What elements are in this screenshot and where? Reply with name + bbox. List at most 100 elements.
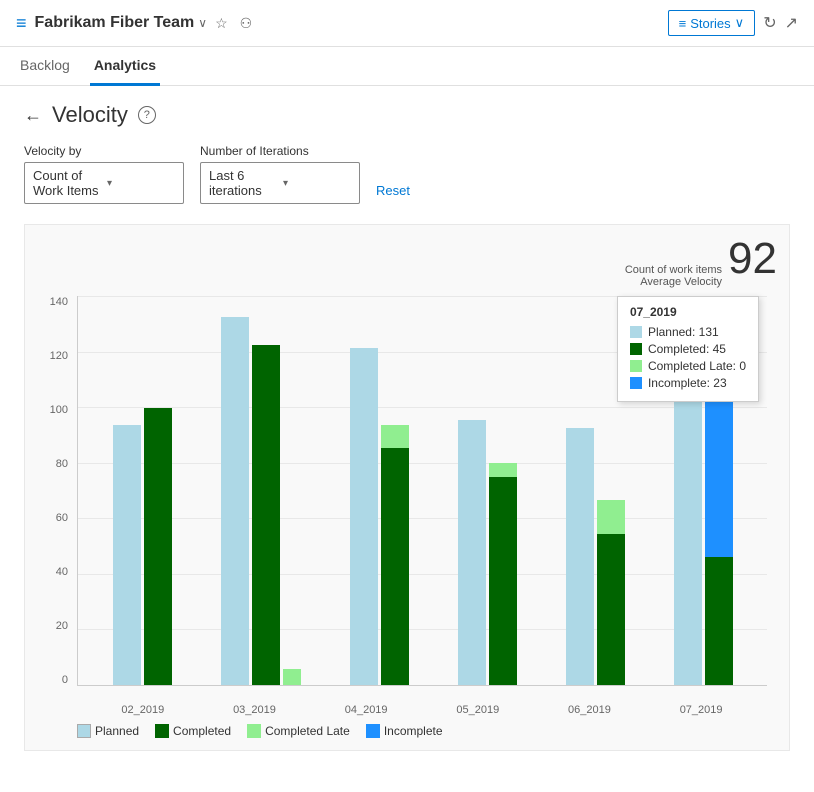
people-icon[interactable]: ⚇	[240, 15, 253, 32]
x-label-04: 04_2019	[345, 704, 388, 716]
avg-velocity-label: Count of work items	[625, 264, 722, 276]
velocity-stat: Count of work items Average Velocity 92	[625, 237, 777, 288]
tooltip-completedlate-label: Completed Late: 0	[648, 359, 746, 373]
chart-legend: Planned Completed Completed Late Incompl…	[37, 724, 777, 738]
tooltip-planned-swatch	[630, 326, 642, 338]
header-action-icons: ☆ ⚇	[215, 15, 252, 32]
x-label-05: 05_2019	[456, 704, 499, 716]
legend-completedlate-label: Completed Late	[265, 724, 350, 738]
legend-completedlate-swatch	[247, 724, 261, 738]
chart-inner: 07_2019 Planned: 131 Completed: 45 Compl…	[77, 296, 767, 686]
tooltip-row-incomplete: Incomplete: 23	[630, 376, 746, 390]
tooltip-row-planned: Planned: 131	[630, 325, 746, 339]
velocity-by-value: Count of Work Items	[33, 168, 101, 198]
y-label-20: 20	[37, 620, 72, 632]
legend-completed: Completed	[155, 724, 231, 738]
controls: Velocity by Count of Work Items ▾ Number…	[24, 144, 790, 204]
x-labels: 02_2019 03_2019 04_2019 05_2019 06_2019 …	[77, 704, 767, 716]
bar-group-04-2019	[350, 348, 409, 685]
refresh-button[interactable]: ↻	[763, 13, 776, 33]
team-name: Fabrikam Fiber Team	[35, 14, 195, 32]
stories-label: Stories	[690, 16, 730, 31]
iterations-group: Number of Iterations Last 6 iterations ▾	[200, 144, 360, 204]
legend-incomplete: Incomplete	[366, 724, 443, 738]
y-label-140: 140	[37, 296, 72, 308]
bar-group-06-2019	[566, 428, 625, 685]
bar-completed-02[interactable]	[144, 408, 172, 685]
tooltip-planned-label: Planned: 131	[648, 325, 719, 339]
reset-button[interactable]: Reset	[376, 183, 410, 198]
velocity-by-label: Velocity by	[24, 144, 184, 158]
tab-analytics[interactable]: Analytics	[90, 47, 160, 86]
x-label-02: 02_2019	[121, 704, 164, 716]
legend-completed-label: Completed	[173, 724, 231, 738]
tooltip-row-completed: Completed: 45	[630, 342, 746, 356]
iterations-value: Last 6 iterations	[209, 168, 277, 198]
team-chevron-icon[interactable]: ∨	[198, 16, 207, 30]
iterations-caret-icon: ▾	[283, 178, 351, 189]
bar-planned-05[interactable]	[458, 420, 486, 685]
app-header: ≡ Fabrikam Fiber Team ∨ ☆ ⚇ ≡ Stories ∨ …	[0, 0, 814, 47]
y-label-60: 60	[37, 512, 72, 524]
bar-completed-03[interactable]	[252, 345, 280, 685]
bar-completed-07[interactable]	[705, 557, 733, 685]
legend-incomplete-swatch	[366, 724, 380, 738]
favorite-icon[interactable]: ☆	[215, 15, 228, 32]
chart-container: Count of work items Average Velocity 92 …	[24, 224, 790, 751]
help-icon[interactable]: ?	[138, 106, 156, 124]
tooltip-completedlate-swatch	[630, 360, 642, 372]
tooltip-row-completedlate: Completed Late: 0	[630, 359, 746, 373]
bar-completedlate-04[interactable]	[381, 425, 409, 448]
legend-planned-label: Planned	[95, 724, 139, 738]
legend-planned: Planned	[77, 724, 139, 738]
stories-button[interactable]: ≡ Stories ∨	[668, 10, 756, 36]
x-label-03: 03_2019	[233, 704, 276, 716]
bar-planned-06[interactable]	[566, 428, 594, 685]
bar-planned-02[interactable]	[113, 425, 141, 685]
y-label-100: 100	[37, 404, 72, 416]
chart-top: Count of work items Average Velocity 92	[37, 237, 777, 288]
app-icon: ≡	[16, 13, 27, 34]
bar-group-02-2019	[113, 408, 172, 685]
y-label-120: 120	[37, 350, 72, 362]
x-label-07: 07_2019	[680, 704, 723, 716]
tooltip-completed-swatch	[630, 343, 642, 355]
stories-chevron-icon: ∨	[735, 15, 745, 31]
legend-incomplete-label: Incomplete	[384, 724, 443, 738]
bar-completed-06[interactable]	[597, 534, 625, 685]
stories-icon: ≡	[679, 16, 687, 31]
chart-tooltip: 07_2019 Planned: 131 Completed: 45 Compl…	[617, 296, 759, 402]
tooltip-title: 07_2019	[630, 305, 746, 319]
y-label-40: 40	[37, 566, 72, 578]
page-header: ← Velocity ?	[24, 102, 790, 128]
expand-button[interactable]: ↗	[785, 13, 798, 33]
iterations-dropdown[interactable]: Last 6 iterations ▾	[200, 162, 360, 204]
bar-completedlate-05[interactable]	[489, 463, 517, 477]
iterations-label: Number of Iterations	[200, 144, 360, 158]
avg-velocity-value: 92	[728, 237, 777, 281]
velocity-by-group: Velocity by Count of Work Items ▾	[24, 144, 184, 204]
velocity-by-dropdown[interactable]: Count of Work Items ▾	[24, 162, 184, 204]
legend-completedlate: Completed Late	[247, 724, 350, 738]
back-button[interactable]: ←	[24, 105, 42, 126]
tab-backlog[interactable]: Backlog	[16, 47, 74, 86]
nav-tabs: Backlog Analytics	[0, 47, 814, 86]
chart-area: 140 120 100 80 60 40 20 0	[37, 296, 777, 716]
bar-group-05-2019	[458, 420, 517, 685]
page-content: ← Velocity ? Velocity by Count of Work I…	[0, 86, 814, 767]
bar-completed-04[interactable]	[381, 448, 409, 685]
bar-completedlate-06[interactable]	[597, 500, 625, 534]
velocity-by-caret-icon: ▾	[107, 178, 175, 189]
tooltip-completed-label: Completed: 45	[648, 342, 726, 356]
tooltip-incomplete-label: Incomplete: 23	[648, 376, 727, 390]
bar-completed-05[interactable]	[489, 477, 517, 685]
y-label-0: 0	[37, 674, 72, 686]
avg-velocity-sublabel: Average Velocity	[625, 276, 722, 288]
legend-planned-swatch	[77, 724, 91, 738]
y-axis: 140 120 100 80 60 40 20 0	[37, 296, 72, 686]
bar-planned-04[interactable]	[350, 348, 378, 685]
header-right: ≡ Stories ∨ ↻ ↗	[668, 10, 798, 36]
legend-completed-swatch	[155, 724, 169, 738]
bar-planned-03[interactable]	[221, 317, 249, 685]
bar-completedlate-03[interactable]	[283, 669, 301, 685]
